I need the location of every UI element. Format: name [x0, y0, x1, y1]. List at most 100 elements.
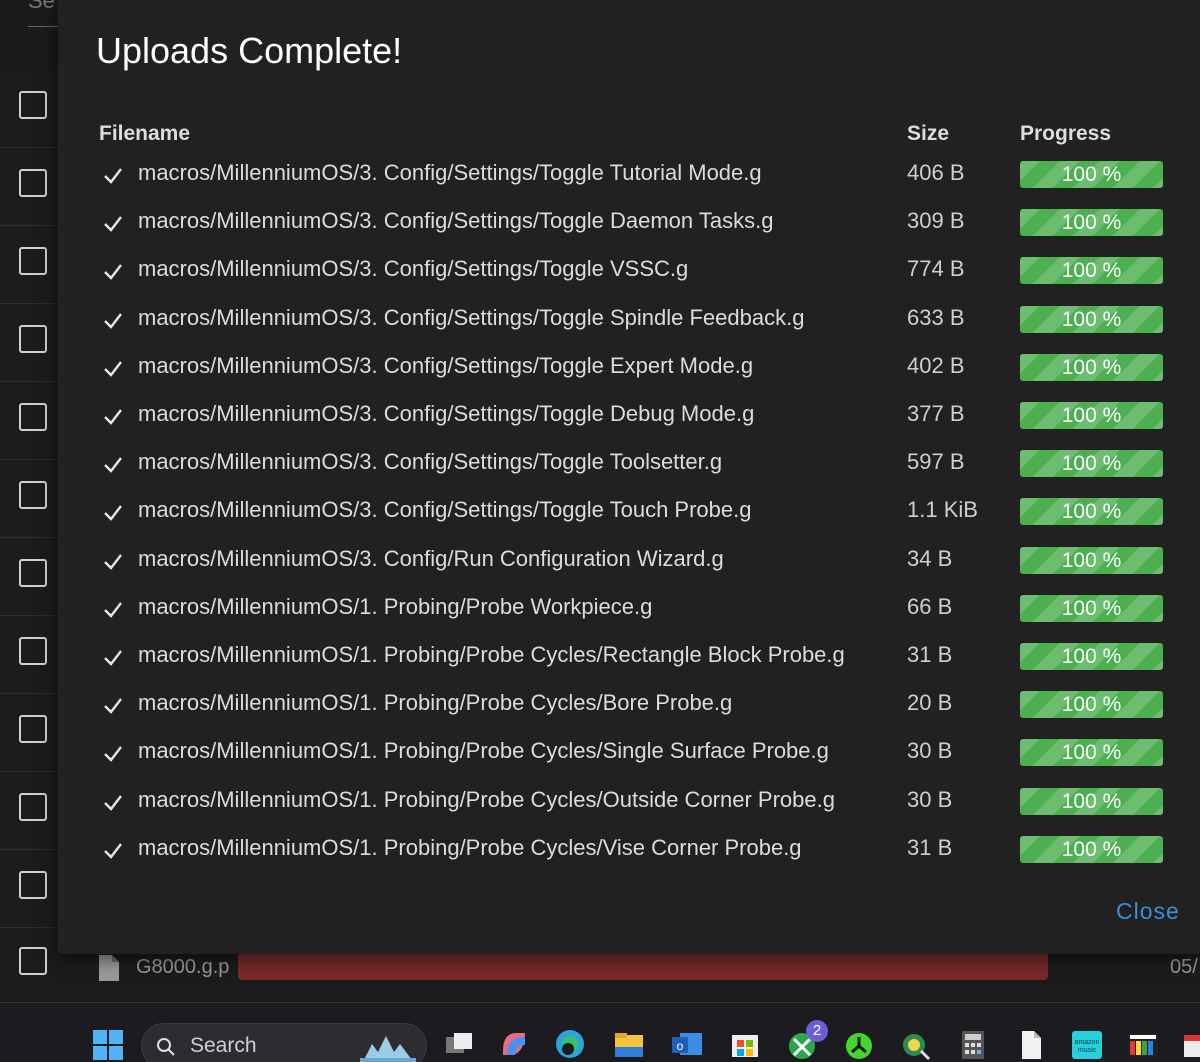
start-icon[interactable]: [92, 1029, 124, 1061]
uploads-complete-dialog: Uploads Complete! Filename Size Progress…: [58, 0, 1200, 954]
upload-progress-bar: 100 %: [1020, 498, 1163, 525]
background-row: [0, 70, 58, 148]
media-app-icon[interactable]: [1126, 1027, 1160, 1061]
upload-size: 597 B: [907, 449, 965, 474]
upload-progress-bar: 100 %: [1020, 354, 1163, 381]
dialog-title: Uploads Complete!: [96, 30, 403, 71]
upload-filename: macros/MillenniumOS/1. Probing/Probe Wor…: [138, 594, 653, 619]
row-checkbox[interactable]: [19, 559, 47, 587]
upload-progress-bar: 100 %: [1020, 643, 1163, 670]
upload-progress-bar: 100 %: [1020, 691, 1163, 718]
check-icon: [104, 313, 122, 329]
upload-progress-label: 100 %: [1061, 645, 1122, 668]
upload-size: 633 B: [907, 305, 965, 330]
upload-progress-label: 100 %: [1061, 163, 1122, 186]
background-row: [0, 148, 58, 226]
check-icon: [104, 795, 122, 811]
upload-filename: macros/MillenniumOS/3. Config/Settings/T…: [138, 353, 754, 378]
upload-filename: macros/MillenniumOS/1. Probing/Probe Cyc…: [138, 835, 802, 860]
row-checkbox[interactable]: [19, 715, 47, 743]
document-icon[interactable]: [1014, 1027, 1048, 1061]
background-checkbox-column: [0, 70, 58, 1006]
check-icon: [104, 602, 122, 618]
file-explorer-icon[interactable]: [612, 1027, 646, 1061]
upload-row: macros/MillenniumOS/1. Probing/Probe Cyc…: [58, 779, 1200, 827]
upload-row: macros/MillenniumOS/3. Config/Settings/T…: [58, 152, 1200, 200]
upload-row: macros/MillenniumOS/3. Config/Settings/T…: [58, 393, 1200, 441]
upload-row: macros/MillenniumOS/3. Config/Settings/T…: [58, 441, 1200, 489]
search-highlight-icon: [360, 1036, 416, 1062]
check-icon: [104, 409, 122, 425]
row-checkbox[interactable]: [19, 793, 47, 821]
store-icon[interactable]: [728, 1027, 762, 1061]
row-checkbox[interactable]: [19, 871, 47, 899]
app-icon[interactable]: [899, 1027, 933, 1061]
upload-row: macros/MillenniumOS/3. Config/Settings/T…: [58, 345, 1200, 393]
upload-size: 309 B: [907, 208, 965, 233]
copilot-icon[interactable]: [497, 1027, 531, 1061]
upload-size: 774 B: [907, 256, 965, 281]
column-header-progress: Progress: [1020, 122, 1112, 145]
taskbar: Search o amazon music: [0, 1002, 1200, 1062]
taskbar-search-label: Search: [190, 1034, 257, 1057]
row-checkbox[interactable]: [19, 637, 47, 665]
background-row: [0, 226, 58, 304]
taskbar-search[interactable]: Search: [141, 1023, 427, 1062]
column-header-filename: Filename: [99, 122, 191, 145]
upload-progress-label: 100 %: [1061, 259, 1122, 282]
upload-progress-bar: 100 %: [1020, 257, 1163, 284]
task-view-icon[interactable]: [442, 1027, 476, 1061]
upload-progress-label: 100 %: [1061, 838, 1122, 861]
check-icon: [104, 361, 122, 377]
upload-row: macros/MillenniumOS/1. Probing/Probe Cyc…: [58, 827, 1200, 875]
upload-filename: macros/MillenniumOS/1. Probing/Probe Cyc…: [138, 787, 835, 812]
upload-progress-label: 100 %: [1061, 452, 1122, 475]
upload-filename: macros/MillenniumOS/1. Probing/Probe Cyc…: [138, 690, 733, 715]
upload-progress-label: 100 %: [1061, 741, 1122, 764]
upload-size: 1.1 KiB: [907, 497, 978, 522]
upload-size: 31 B: [907, 642, 953, 667]
check-icon: [104, 457, 122, 473]
row-checkbox[interactable]: [19, 325, 47, 353]
row-checkbox[interactable]: [19, 247, 47, 275]
background-file-name: G8000.g.p: [136, 956, 230, 978]
background-row: [0, 304, 58, 382]
close-button[interactable]: Close: [1116, 898, 1180, 925]
check-icon: [104, 698, 122, 714]
svg-text:amazon: amazon: [1075, 1039, 1100, 1046]
upload-progress-label: 100 %: [1061, 790, 1122, 813]
background-row: [0, 382, 58, 460]
upload-progress-label: 100 %: [1061, 597, 1122, 620]
outlook-icon[interactable]: o: [670, 1027, 704, 1061]
upload-row: macros/MillenniumOS/3. Config/Settings/T…: [58, 489, 1200, 537]
calendar-icon[interactable]: [1182, 1027, 1200, 1061]
check-icon: [104, 650, 122, 666]
row-checkbox[interactable]: [19, 481, 47, 509]
check-icon: [104, 843, 122, 859]
calculator-icon[interactable]: [956, 1027, 990, 1061]
background-file-date: 05/: [1170, 956, 1198, 978]
upload-row: macros/MillenniumOS/1. Probing/Probe Wor…: [58, 586, 1200, 634]
row-checkbox[interactable]: [19, 169, 47, 197]
check-icon: [104, 216, 122, 232]
upload-row: macros/MillenniumOS/3. Config/Settings/T…: [58, 297, 1200, 345]
upload-progress-bar: 100 %: [1020, 450, 1163, 477]
razer-icon[interactable]: [842, 1027, 876, 1061]
amazon-music-icon[interactable]: amazon music: [1070, 1027, 1104, 1061]
upload-filename: macros/MillenniumOS/3. Config/Settings/T…: [138, 449, 723, 474]
upload-size: 31 B: [907, 835, 953, 860]
upload-progress-bar: 100 %: [1020, 595, 1163, 622]
upload-row: macros/MillenniumOS/3. Config/Settings/T…: [58, 248, 1200, 296]
row-checkbox[interactable]: [19, 91, 47, 119]
upload-size: 34 B: [907, 546, 953, 571]
check-icon: [104, 554, 122, 570]
search-icon: [157, 1038, 175, 1056]
xbox-notification-badge: 2: [806, 1020, 828, 1042]
upload-filename: macros/MillenniumOS/3. Config/Settings/T…: [138, 208, 774, 233]
upload-row: macros/MillenniumOS/3. Config/Settings/T…: [58, 200, 1200, 248]
row-checkbox[interactable]: [19, 403, 47, 431]
edge-icon[interactable]: [553, 1027, 587, 1061]
upload-progress-bar: 100 %: [1020, 836, 1163, 863]
upload-filename: macros/MillenniumOS/3. Config/Settings/T…: [138, 497, 752, 522]
row-checkbox[interactable]: [19, 947, 47, 975]
